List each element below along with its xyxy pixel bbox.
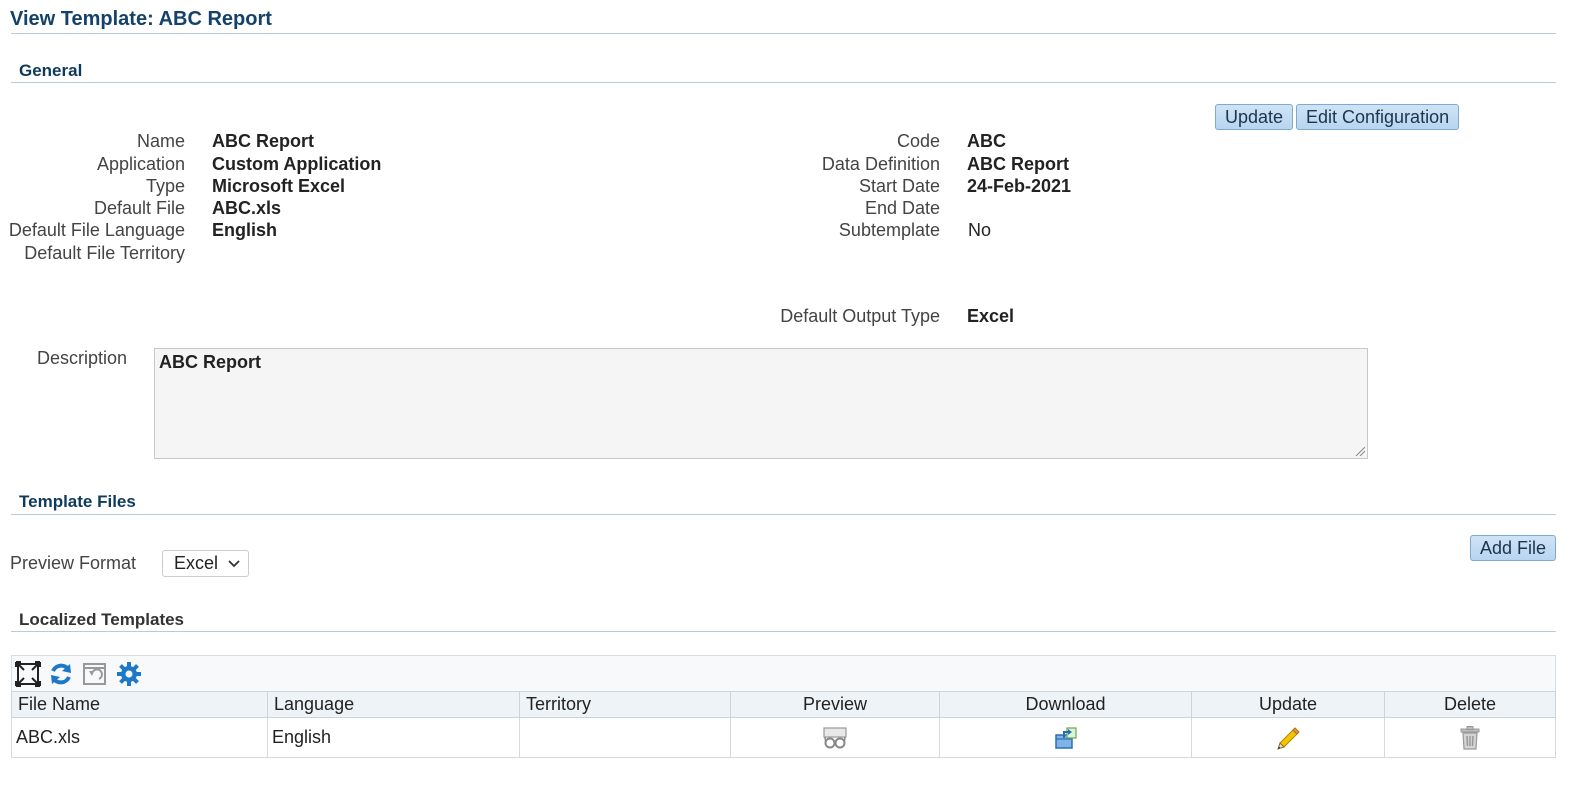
update-button[interactable]: Update [1215,104,1294,130]
table-row: ABC.xls English [11,717,1556,758]
section-title-localized-templates: Localized Templates [19,610,185,629]
start-date-value: 24-Feb-2021 [967,176,1072,196]
cell-update [1191,717,1385,758]
default-output-type-label: Default Output Type [780,306,940,326]
data-definition-label: Data Definition [821,154,940,174]
cell-territory [519,717,731,758]
column-header-download: Download [939,691,1192,718]
application-value: Custom Application [212,154,382,174]
preview-format-select[interactable]: Excel [162,550,249,577]
cell-delete [1384,717,1556,758]
description-textarea[interactable]: ABC Report [154,348,1368,459]
column-header-delete: Delete [1384,691,1556,718]
trash-delete-icon[interactable] [1458,725,1482,751]
pencil-edit-icon[interactable] [1275,725,1301,751]
name-value: ABC Report [212,131,314,151]
end-date-label: End Date [864,198,940,218]
column-header-file-name[interactable]: File Name [11,691,268,718]
cell-file-name: ABC.xls [11,717,268,758]
subtemplate-label: Subtemplate [838,220,940,240]
detach-icon[interactable] [15,661,41,687]
general-divider [11,82,1556,83]
resize-grip-icon[interactable] [1355,446,1365,456]
preview-glasses-icon[interactable] [822,726,848,750]
table-header-row: File Name Language Territory Preview Dow… [11,691,1556,718]
add-file-button[interactable]: Add File [1470,535,1557,561]
default-file-value: ABC.xls [212,198,282,218]
table-toolbar [11,655,1556,691]
subtemplate-value: No [968,220,992,240]
preview-format-label: Preview Format [10,553,137,573]
application-label: Application [96,154,185,174]
default-file-label: Default File [93,198,185,218]
code-value: ABC [967,131,1006,151]
localized-templates-table: File Name Language Territory Preview Dow… [11,691,1556,758]
restore-icon[interactable] [82,661,108,687]
preview-format-selected: Excel [174,553,219,573]
edit-configuration-button[interactable]: Edit Configuration [1296,104,1460,130]
default-output-type-value: Excel [967,306,1015,326]
settings-gear-icon[interactable] [116,661,142,687]
column-header-preview: Preview [730,691,940,718]
description-text: ABC Report [159,352,261,372]
default-file-territory-label: Default File Territory [24,243,185,263]
section-title-template-files: Template Files [19,492,136,511]
type-value: Microsoft Excel [212,176,346,196]
localized-templates-divider [11,631,1556,632]
description-label: Description [36,348,127,368]
column-header-language[interactable]: Language [267,691,520,718]
section-title-general: General [19,61,83,80]
column-header-update: Update [1191,691,1385,718]
data-definition-value: ABC Report [967,154,1069,174]
name-label: Name [136,131,185,151]
default-file-language-value: English [212,220,278,240]
code-label: Code [896,131,940,151]
column-header-territory[interactable]: Territory [519,691,731,718]
download-icon[interactable] [1053,725,1079,751]
title-divider [11,33,1556,34]
cell-language: English [267,717,520,758]
start-date-label: Start Date [858,176,940,196]
template-files-divider [11,514,1556,515]
type-label: Type [145,176,185,196]
cell-download [939,717,1192,758]
chevron-down-icon [228,560,240,568]
cell-preview [730,717,940,758]
refresh-icon[interactable] [48,661,74,687]
page-title: View Template: ABC Report [10,8,272,30]
default-file-language-label: Default File Language [8,220,185,240]
